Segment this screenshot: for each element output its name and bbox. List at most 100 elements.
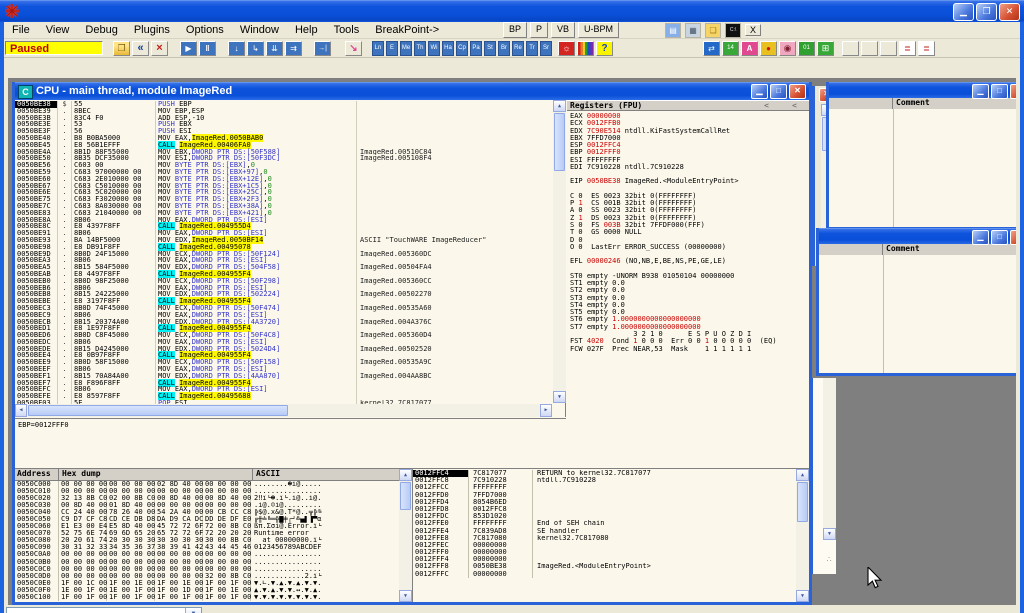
pause-icon[interactable]: ‖ bbox=[199, 41, 216, 56]
register-line[interactable]: T 0 GS 0000 NULL bbox=[570, 229, 808, 236]
maximize-button[interactable]: □ bbox=[991, 230, 1008, 245]
register-line[interactable]: O 0 LastErr ERROR_SUCCESS (00000000) bbox=[570, 244, 808, 251]
plugin-button-u-bpm[interactable]: U-BPM bbox=[578, 22, 619, 38]
panel-button-th[interactable]: Th bbox=[414, 41, 426, 56]
disassembly-vscrollbar[interactable]: ▲ ▼ bbox=[553, 100, 566, 403]
disasm-row[interactable]: 0050BEFE.E8 8597F8FFCALL ImageRed.004956… bbox=[15, 393, 552, 400]
layout-icon[interactable]: ≣ bbox=[899, 41, 916, 56]
decode-icon[interactable]: 14 bbox=[722, 41, 739, 56]
menu-debug[interactable]: Debug bbox=[77, 24, 125, 36]
disasm-row[interactable]: 0050BE83.C683 21040000 00MOV BYTE PTR DS… bbox=[15, 210, 552, 217]
dump-scrollbar[interactable]: ▲ ▼ bbox=[399, 469, 412, 602]
stack-row[interactable]: 0012FFE87C817080kernel32.7C817080 bbox=[413, 535, 796, 542]
scroll-thumb[interactable] bbox=[28, 405, 288, 416]
stack-row[interactable]: 0012FFF000000000 bbox=[413, 549, 796, 556]
dump-row[interactable]: 0050C1001F 00 1F 001F 00 1F 001F 00 1F 0… bbox=[15, 594, 399, 601]
chevron-down-icon[interactable]: ▼ bbox=[185, 608, 201, 613]
stack-row[interactable]: 0012FFF400000000 bbox=[413, 556, 796, 563]
close-button[interactable]: ✕ bbox=[1010, 84, 1016, 99]
minimize-button[interactable]: ▁ bbox=[953, 3, 974, 21]
step-over-icon[interactable]: ↳ bbox=[247, 41, 264, 56]
command-combobox-value[interactable] bbox=[7, 608, 185, 613]
stack-row[interactable]: 0012FFC87C910228ntdll.7C910228 bbox=[413, 477, 796, 484]
panel-button-cp[interactable]: Cp bbox=[456, 41, 468, 56]
command-combobox[interactable]: ▼ bbox=[6, 607, 202, 613]
resize-grip[interactable]: ∴ bbox=[823, 554, 835, 566]
console-icon[interactable]: C:\ bbox=[725, 23, 741, 38]
stack-row[interactable]: 0012FFFC00000000 bbox=[413, 571, 796, 578]
panel-button-me[interactable]: Me bbox=[400, 41, 412, 56]
step-into-icon[interactable]: ↓ bbox=[228, 41, 245, 56]
swap-icon[interactable]: ⇄ bbox=[703, 41, 720, 56]
plugin-button-vb[interactable]: VB bbox=[551, 22, 575, 38]
stack-row[interactable]: 0012FFDC853D1020 bbox=[413, 513, 796, 520]
folder-icon[interactable]: ❑ bbox=[705, 23, 721, 38]
scroll-up-icon[interactable]: ▲ bbox=[796, 469, 809, 481]
register-line[interactable]: EIP 0050BE38 ImageRed.<ModuleEntryPoint> bbox=[570, 178, 808, 185]
panel-button-e[interactable]: E bbox=[386, 41, 398, 56]
stack-row[interactable]: 0012FFD80012FFC8 bbox=[413, 506, 796, 513]
register-line[interactable]: EDI 7C910228 ntdll.7C910228 bbox=[570, 164, 808, 171]
stack-scrollbar[interactable]: ▲ ▼ bbox=[796, 469, 809, 602]
scroll-up-icon[interactable]: ▲ bbox=[399, 469, 412, 481]
disasm-row[interactable]: 0050BE8C.E8 4397F8FFCALL ImageRed.004955… bbox=[15, 223, 552, 230]
disasm-row[interactable]: 0050BEC3.8B0D 74F45000MOV ECX,DWORD PTR … bbox=[15, 305, 552, 312]
options-gear-icon[interactable]: ☼ bbox=[558, 41, 575, 56]
layout-icon[interactable]: ≣ bbox=[918, 41, 935, 56]
comment-window-middle[interactable]: ▁ □ ✕ Comment ▲ ▼ bbox=[816, 228, 1016, 376]
stack-row[interactable]: 0012FFEC00000000 bbox=[413, 542, 796, 549]
panel-button-sr[interactable]: Sr bbox=[540, 41, 552, 56]
background-window-fragment-bottom[interactable]: ▼ ∴ bbox=[810, 378, 836, 574]
calculator-icon[interactable]: ▦ bbox=[685, 23, 701, 38]
close-button[interactable]: ✕ bbox=[999, 3, 1020, 21]
comment-window-top[interactable]: ▁ □ ✕ Comment ▲ ▼ bbox=[826, 82, 1016, 230]
panel-button-pa[interactable]: Pa bbox=[470, 41, 482, 56]
appearance-icon[interactable] bbox=[577, 41, 594, 56]
blank-button[interactable] bbox=[861, 41, 878, 56]
plugin-button-bp[interactable]: BP bbox=[503, 22, 527, 38]
minimize-button[interactable]: ▁ bbox=[751, 84, 768, 99]
disasm-row[interactable]: 0050BED6.8B0D C8F45000MOV ECX,DWORD PTR … bbox=[15, 332, 552, 339]
restore-button[interactable]: ❐ bbox=[976, 3, 997, 21]
scroll-thumb[interactable] bbox=[554, 113, 565, 171]
pane-caret-icon[interactable]: < bbox=[764, 101, 769, 111]
register-line[interactable]: FCW 027F Prec NEAR,53 Mask 1 1 1 1 1 1 bbox=[570, 346, 808, 353]
notes-icon[interactable]: ▤ bbox=[665, 23, 681, 38]
disasm-row[interactable]: 0050BE3B.83C4 F0ADD ESP,-10 bbox=[15, 115, 552, 122]
close-program-icon[interactable]: × bbox=[151, 41, 168, 56]
menu-tools[interactable]: Tools bbox=[326, 24, 368, 36]
menu-help[interactable]: Help bbox=[287, 24, 326, 36]
scroll-left-icon[interactable]: ◀ bbox=[15, 404, 27, 417]
minimize-button[interactable]: ▁ bbox=[972, 230, 989, 245]
blank-button[interactable] bbox=[842, 41, 859, 56]
maximize-button[interactable]: □ bbox=[991, 84, 1008, 99]
scroll-down-icon[interactable]: ▼ bbox=[399, 590, 412, 602]
stack-row[interactable]: 0012FFE47C839AD8SE handler bbox=[413, 528, 796, 535]
window-titlebar[interactable]: ▁ □ ✕ bbox=[819, 228, 1016, 244]
panel-button-wi[interactable]: Wi bbox=[428, 41, 440, 56]
stack-row[interactable]: 0012FFE0FFFFFFFFEnd of SEH chain bbox=[413, 520, 796, 527]
disasm-row[interactable]: 0050BE3E.53PUSH EBX bbox=[15, 121, 552, 128]
scrollbar[interactable]: ▼ bbox=[823, 378, 836, 540]
panel-button-ha[interactable]: Ha bbox=[442, 41, 454, 56]
run-icon[interactable]: ▶ bbox=[180, 41, 197, 56]
maximize-button[interactable]: □ bbox=[770, 84, 787, 99]
disasm-row[interactable]: 0050BEF7.E8 F896F8FFCALL ImageRed.004955… bbox=[15, 380, 552, 387]
disassembly-hscrollbar[interactable]: ◀ ▶ bbox=[15, 404, 552, 417]
disasm-row[interactable]: 0050BEB0.8B0D 98F25000MOV ECX,DWORD PTR … bbox=[15, 278, 552, 285]
scroll-right-icon[interactable]: ▶ bbox=[540, 404, 552, 417]
cpu-titlebar[interactable]: C CPU - main thread, module ImageRed ▁ □… bbox=[15, 82, 809, 100]
panel-button-ln[interactable]: Ln bbox=[372, 41, 384, 56]
menu-breakpoint[interactable]: BreakPoint-> bbox=[367, 24, 447, 36]
close-button[interactable]: ✕ bbox=[789, 84, 806, 99]
open-file-icon[interactable]: ❐ bbox=[113, 41, 130, 56]
animate-into-icon[interactable]: ⇊ bbox=[266, 41, 283, 56]
menu-plugins[interactable]: Plugins bbox=[126, 24, 178, 36]
panel-button-tr[interactable]: Tr bbox=[526, 41, 538, 56]
blank-button[interactable] bbox=[880, 41, 897, 56]
execute-till-return-icon[interactable]: →| bbox=[314, 41, 331, 56]
record-icon[interactable]: ● bbox=[760, 41, 777, 56]
spiral-icon[interactable]: ◉ bbox=[779, 41, 796, 56]
stack-row[interactable]: 0012FFD48054B6ED bbox=[413, 499, 796, 506]
scroll-down-icon[interactable]: ▼ bbox=[796, 590, 809, 602]
